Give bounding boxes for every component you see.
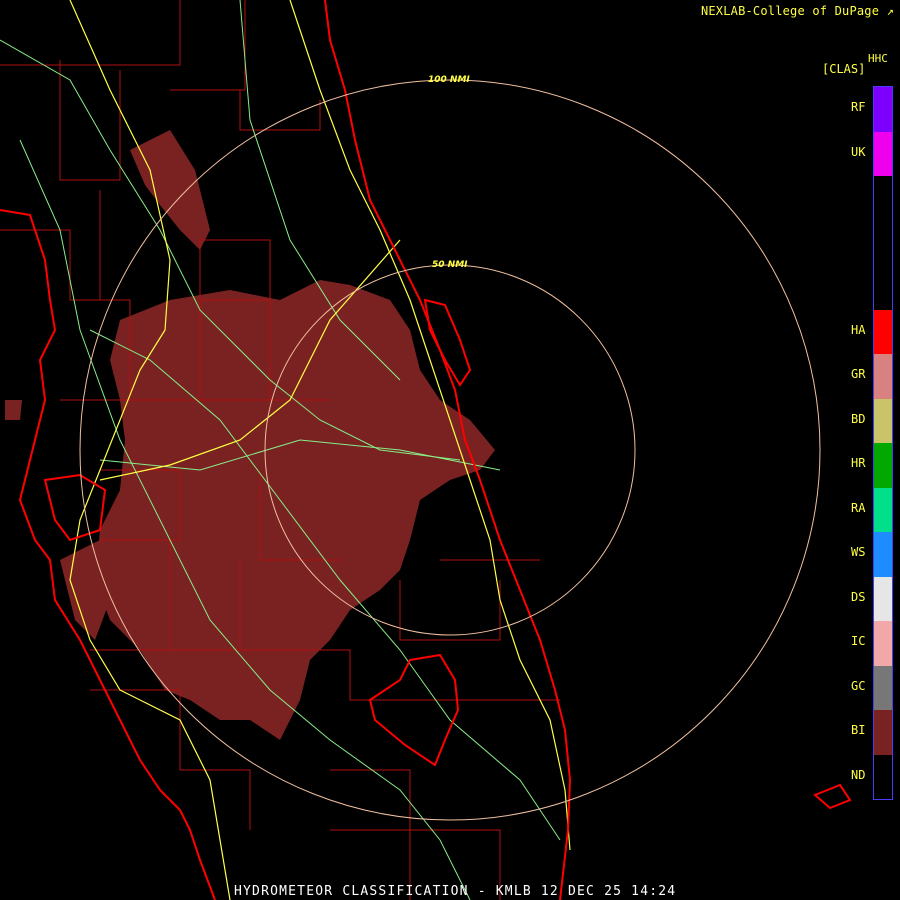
legend-swatch-rf [874,87,892,132]
legend-swatch-nd [874,754,892,799]
legend-swatch-ic [874,621,892,666]
legend-label-gc: GC [851,678,866,693]
legend-label-nd: ND [851,767,866,782]
legend-label-ws: WS [851,545,866,560]
legend-swatch-ha [874,309,892,354]
legend-label-gr: GR [851,367,866,382]
legend-label-ds: DS [851,589,866,604]
ring-label-50: 50 NMI [432,260,468,270]
legend-swatch-uk [874,131,892,176]
legend-label-rf: RF [851,100,866,115]
echo-north [130,130,210,250]
legend-swatch-blank [874,176,892,221]
lake-okeechobee [368,653,460,767]
legend-label-bi: BI [851,723,866,738]
legend-swatch-gc [874,665,892,710]
legend-swatch-gr [874,354,892,399]
legend-color-bar [873,86,893,800]
legend-swatch-bd [874,398,892,443]
legend-label-ra: RA [851,500,866,515]
footer-caption: HYDROMETEOR CLASSIFICATION - KMLB 12 DEC… [234,884,677,899]
legend-label-bd: BD [851,411,866,426]
legend-swatch-bi [874,710,892,755]
legend-swatch-ra [874,487,892,532]
echo-west [5,400,22,420]
legend-swatch-ws [874,532,892,577]
credit-text[interactable]: NEXLAB-College of DuPage ↗ [701,4,894,18]
legend-swatch-blank [874,265,892,310]
legend-product-code: HHC [868,52,888,65]
radar-map: 100 NMI 50 NMI [0,0,852,900]
legend-swatch-hr [874,443,892,488]
legend-label-ic: IC [851,634,866,649]
legend-label-hr: HR [851,456,866,471]
legend-swatch-blank [874,220,892,265]
legend-label-ha: HA [851,322,866,337]
legend-title: [CLAS] [822,62,866,76]
ring-label-100: 100 NMI [428,75,470,85]
legend-swatch-ds [874,576,892,621]
radar-echoes [5,130,495,740]
legend-label-uk: UK [851,144,866,159]
